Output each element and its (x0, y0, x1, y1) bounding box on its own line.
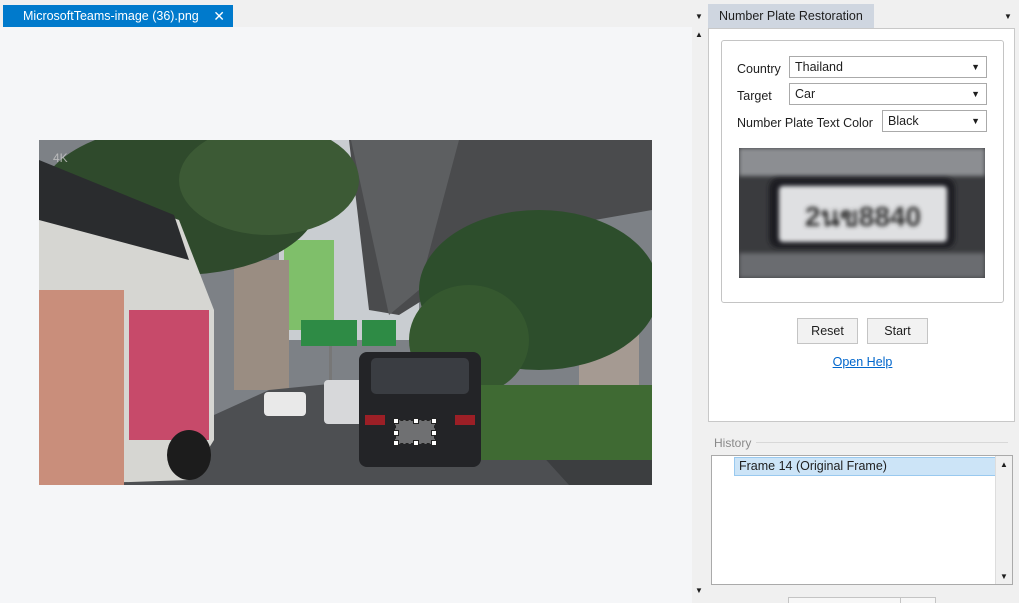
target-label: Target (737, 89, 772, 103)
scroll-down-icon[interactable]: ▼ (695, 586, 703, 595)
bottom-controls-divider (900, 597, 901, 603)
history-list[interactable]: Frame 14 (Original Frame) ▲ ▼ (711, 455, 1013, 585)
street-scene-image: 4K (39, 140, 652, 485)
plate-selection-box[interactable] (393, 418, 437, 446)
chevron-down-icon: ▼ (971, 89, 980, 99)
target-select[interactable]: Car ▼ (789, 83, 987, 105)
tab-number-plate-restoration[interactable]: Number Plate Restoration (708, 4, 874, 28)
text-color-label: Number Plate Text Color (737, 116, 873, 130)
history-item[interactable]: Frame 14 (Original Frame) (734, 457, 996, 476)
history-divider (756, 442, 1008, 443)
resize-handle[interactable] (431, 430, 437, 436)
chevron-down-icon: ▼ (971, 62, 980, 72)
history-scrollbar[interactable]: ▲ ▼ (995, 456, 1012, 584)
country-select[interactable]: Thailand ▼ (789, 56, 987, 78)
plate-preview-image: 2นข8840 (739, 148, 985, 278)
bottom-controls[interactable] (788, 597, 936, 603)
scroll-up-icon[interactable]: ▲ (695, 30, 703, 39)
resize-handle[interactable] (393, 440, 399, 446)
scroll-down-icon[interactable]: ▼ (1000, 572, 1008, 581)
start-button[interactable]: Start (867, 318, 928, 344)
chevron-down-icon[interactable]: ▼ (695, 12, 703, 21)
photo-watermark: 4K (53, 151, 68, 165)
close-icon[interactable]: ✕ (213, 5, 225, 27)
country-label: Country (737, 62, 781, 76)
document-tab-strip: MicrosoftTeams-image (36).png ✕ (0, 0, 692, 27)
text-color-select[interactable]: Black ▼ (882, 110, 987, 132)
scroll-up-icon[interactable]: ▲ (1000, 460, 1008, 469)
document-tab-title: MicrosoftTeams-image (36).png (23, 9, 199, 23)
text-color-value: Black (888, 114, 919, 128)
resize-handle[interactable] (431, 440, 437, 446)
resize-handle[interactable] (431, 418, 437, 424)
document-tab[interactable]: MicrosoftTeams-image (36).png ✕ (3, 5, 233, 27)
preview-plate-text: 2นข8840 (805, 201, 921, 232)
street-photo: 4K (39, 140, 652, 485)
image-canvas[interactable]: 4K (0, 27, 692, 603)
country-value: Thailand (795, 60, 843, 74)
target-value: Car (795, 87, 816, 101)
chevron-down-icon: ▼ (971, 116, 980, 126)
open-help-link[interactable]: Open Help (709, 355, 1016, 369)
history-label: History (714, 436, 752, 450)
reset-button[interactable]: Reset (797, 318, 858, 344)
resize-handle[interactable] (393, 418, 399, 424)
settings-group: Country Thailand ▼ Target Car ▼ Number P… (721, 40, 1004, 303)
resize-handle[interactable] (413, 440, 419, 446)
number-plate-restoration-panel: Country Thailand ▼ Target Car ▼ Number P… (708, 28, 1015, 422)
document-area: MicrosoftTeams-image (36).png ✕ 4K (0, 0, 692, 603)
resize-handle[interactable] (393, 430, 399, 436)
resize-handle[interactable] (413, 418, 419, 424)
panel-tab-strip: Number Plate Restoration (708, 4, 1019, 28)
